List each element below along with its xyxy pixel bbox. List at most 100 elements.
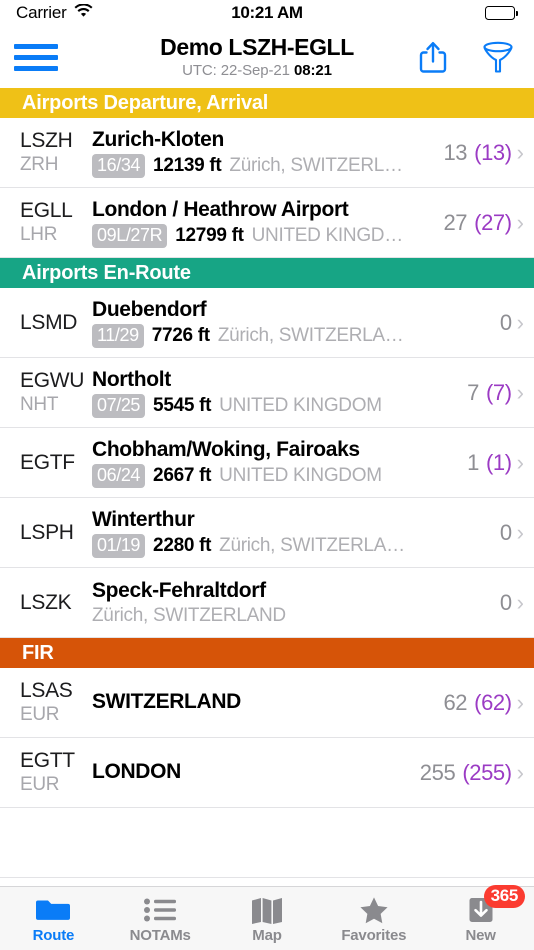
runway-badge: 07/25: [92, 394, 146, 418]
airport-location: Zürich, SWITZERLA…: [217, 325, 404, 347]
fir-details: LONDON: [92, 759, 418, 785]
notam-count-group: 0 ›: [498, 520, 524, 546]
navbar-title-block: Demo LSZH-EGLL UTC: 22-Sep-21 08:21: [90, 26, 424, 88]
airport-location: Zürich, SWITZERL…: [229, 155, 403, 177]
tab-map[interactable]: Map: [214, 887, 321, 950]
airport-codes: LSZH ZRH: [20, 128, 92, 176]
tab-label: Map: [252, 926, 282, 944]
battery-cap: [516, 10, 518, 16]
runway-length: 12799 ft: [175, 225, 244, 247]
airport-location: UNITED KINGD…: [251, 225, 403, 247]
download-icon: 365: [466, 884, 526, 924]
notam-count-group: 0 ›: [498, 310, 524, 336]
battery-icon: [485, 6, 515, 20]
table-row[interactable]: EGLL LHR London / Heathrow Airport 09L/2…: [0, 188, 534, 258]
section-header-enroute: Airports En-Route: [0, 258, 534, 288]
hamburger-menu-icon[interactable]: [14, 43, 58, 71]
iata-code: NHT: [20, 393, 59, 415]
notam-count: 27: [443, 209, 468, 235]
notam-count-total: (7): [485, 379, 512, 405]
icao-code: EGWU: [20, 369, 85, 393]
icao-code: EGLL: [20, 199, 73, 223]
tab-notams[interactable]: NOTAMs: [107, 887, 214, 950]
notam-count-total: (27): [474, 209, 512, 235]
runway-length: 12139 ft: [153, 155, 222, 177]
chevron-right-icon: ›: [516, 309, 524, 335]
runway-badge: 11/29: [92, 324, 144, 348]
airport-name: London / Heathrow Airport: [92, 198, 349, 222]
table-row[interactable]: LSMD Duebendorf 11/29 7726 ft Zürich, SW…: [0, 288, 534, 358]
tab-route[interactable]: Route: [0, 887, 107, 950]
tab-label: New: [465, 926, 496, 944]
bullet-list-icon: [143, 894, 177, 924]
navigation-bar: Demo LSZH-EGLL UTC: 22-Sep-21 08:21: [0, 26, 534, 88]
notam-count-group: 0 ›: [498, 590, 524, 616]
notam-count: 0: [499, 309, 512, 335]
tab-label: Route: [32, 926, 75, 944]
airport-location: UNITED KINGDOM: [219, 465, 382, 487]
tab-new[interactable]: 365 New: [427, 884, 534, 950]
airport-details: Northolt 07/25 5545 ft UNITED KINGDOM: [92, 367, 465, 418]
route-list: Airports Departure, Arrival LSZH ZRH Zur…: [0, 88, 534, 886]
icao-code: LSMD: [20, 310, 78, 334]
table-row[interactable]: LSZH ZRH Zurich-Kloten 16/34 12139 ft Zü…: [0, 118, 534, 188]
notam-count-group: 13 (13) ›: [441, 140, 524, 166]
notam-count-group: 1 (1) ›: [465, 450, 524, 476]
airport-codes: EGLL LHR: [20, 198, 92, 246]
notam-count: 255: [419, 759, 456, 785]
airport-location: Zürich, SWITZERLAND: [92, 605, 286, 627]
runway-badge: 09L/27R: [92, 224, 168, 248]
filter-funnel-icon[interactable]: [482, 40, 514, 74]
icao-code: EGTT: [20, 749, 75, 773]
airport-codes: LSZK: [20, 590, 92, 616]
table-row[interactable]: LSAS EUR SWITZERLAND 62 (62) ›: [0, 668, 534, 738]
fir-name: LONDON: [92, 760, 181, 784]
status-bar-left: Carrier: [16, 3, 93, 23]
airport-details: Zurich-Kloten 16/34 12139 ft Zürich, SWI…: [92, 127, 441, 178]
chevron-right-icon: ›: [516, 759, 524, 785]
chevron-right-icon: ›: [516, 209, 524, 235]
section-header-fir: FIR: [0, 638, 534, 668]
table-row[interactable]: EGTF Chobham/Woking, Fairoaks 06/24 2667…: [0, 428, 534, 498]
airport-meta: 06/24 2667 ft UNITED KINGDOM: [92, 464, 461, 488]
airport-name: Duebendorf: [92, 298, 207, 322]
airport-details: Duebendorf 11/29 7726 ft Zürich, SWITZER…: [92, 297, 498, 348]
notam-count: 0: [499, 519, 512, 545]
table-row[interactable]: EGTT EUR LONDON 255 (255) ›: [0, 738, 534, 808]
airport-details: London / Heathrow Airport 09L/27R 12799 …: [92, 197, 441, 248]
fir-name: SWITZERLAND: [92, 690, 241, 714]
airport-codes: LSPH: [20, 520, 92, 546]
notam-count-group: 27 (27) ›: [441, 210, 524, 236]
runway-length: 2667 ft: [153, 465, 212, 487]
utc-time: 08:21: [294, 62, 332, 80]
airport-meta: 16/34 12139 ft Zürich, SWITZERL…: [92, 154, 437, 178]
notam-count-group: 7 (7) ›: [465, 380, 524, 406]
notam-count: 0: [499, 589, 512, 615]
app-screen: Carrier 10:21 AM Demo LSZH-EGLL UTC: 22-…: [0, 0, 534, 950]
fir-details: SWITZERLAND: [92, 689, 441, 715]
airport-codes: LSAS EUR: [20, 678, 92, 726]
airport-codes: EGWU NHT: [20, 368, 92, 416]
airport-details: Speck-Fehraltdorf Zürich, SWITZERLAND: [92, 578, 498, 627]
runway-badge: 01/19: [92, 534, 146, 558]
airport-name: Chobham/Woking, Fairoaks: [92, 438, 360, 462]
iata-code: ZRH: [20, 153, 59, 175]
notam-count: 62: [443, 689, 468, 715]
runway-badge: 16/34: [92, 154, 146, 178]
airport-location: UNITED KINGDOM: [219, 395, 382, 417]
tab-label: Favorites: [341, 926, 407, 944]
chevron-right-icon: ›: [516, 449, 524, 475]
table-row[interactable]: LSPH Winterthur 01/19 2280 ft Zürich, SW…: [0, 498, 534, 568]
notam-count: 7: [467, 379, 479, 405]
airport-meta: 01/19 2280 ft Zürich, SWITZERLA…: [92, 534, 494, 558]
map-icon: [250, 894, 284, 924]
empty-list-row: [0, 808, 534, 878]
status-badge: 365: [483, 884, 526, 908]
utc-prefix: UTC: 22-Sep-21: [182, 62, 294, 80]
table-row[interactable]: EGWU NHT Northolt 07/25 5545 ft UNITED K…: [0, 358, 534, 428]
notam-count: 1: [467, 449, 479, 475]
table-row[interactable]: LSZK Speck-Fehraltdorf Zürich, SWITZERLA…: [0, 568, 534, 638]
tab-favorites[interactable]: Favorites: [320, 887, 427, 950]
navbar-actions: [418, 40, 520, 74]
runway-length: 7726 ft: [151, 325, 210, 347]
